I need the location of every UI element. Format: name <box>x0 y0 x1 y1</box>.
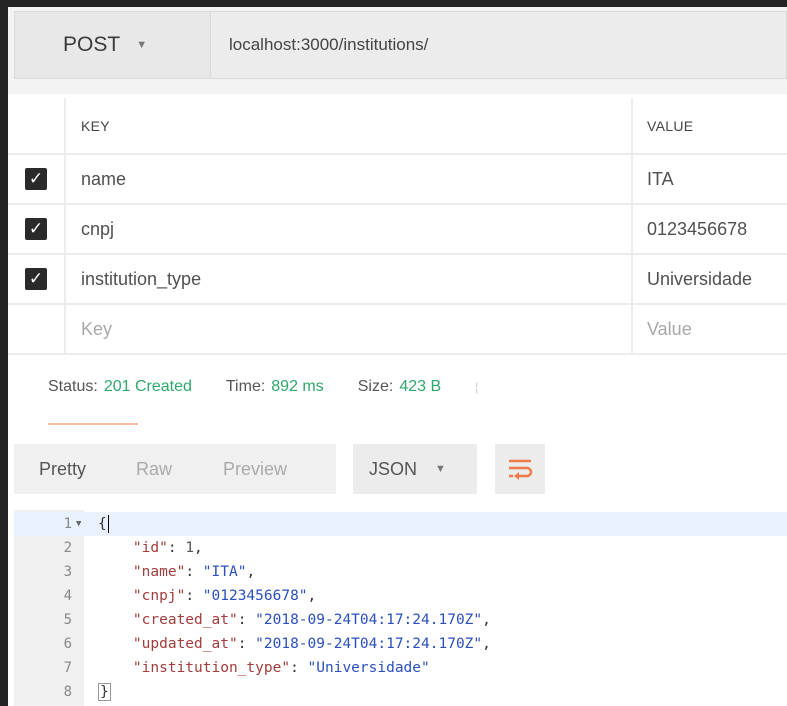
format-dropdown[interactable]: JSON ▼ <box>353 444 477 494</box>
param-row: ✓ institution_type Universidade <box>8 255 787 305</box>
json-key: "name" <box>132 564 186 580</box>
code-line: 8 } <box>14 680 787 704</box>
method-dropdown[interactable]: POST ▼ <box>14 11 211 79</box>
line-number: 4 <box>63 588 72 604</box>
param-key-institution-type[interactable]: institution_type <box>81 255 201 303</box>
json-value: "ITA" <box>202 564 247 580</box>
chevron-down-icon: ▼ <box>435 463 446 475</box>
param-value-cnpj[interactable]: 0123456678 <box>631 205 787 253</box>
code-line: 2 "id": 1, <box>14 536 787 560</box>
divider: ¦ <box>475 379 479 394</box>
line-number: 1 <box>63 516 72 532</box>
format-label: JSON <box>369 458 418 479</box>
code-line: 4 "cnpj": "0123456678", <box>14 584 787 608</box>
code-line: 6 "updated_at": "2018-09-24T04:17:24.170… <box>14 632 787 656</box>
param-key-name[interactable]: name <box>81 155 126 203</box>
check-icon[interactable]: ✓ <box>25 268 47 290</box>
check-icon[interactable]: ✓ <box>25 218 47 240</box>
tab-preview[interactable]: Preview <box>223 459 287 480</box>
json-value: "2018-09-24T04:17:24.170Z" <box>255 612 483 628</box>
tab-pretty[interactable]: Pretty <box>39 459 86 480</box>
chevron-down-icon: ▼ <box>136 39 148 51</box>
postman-window: POST ▼ localhost:3000/institutions/ KEY … <box>8 7 787 706</box>
wrap-lines-button[interactable] <box>495 444 545 494</box>
value-column-header: VALUE <box>631 98 787 153</box>
line-number: 6 <box>63 636 72 652</box>
tab-underline <box>48 423 138 425</box>
status-label: Status: <box>48 377 98 395</box>
check-icon[interactable]: ✓ <box>25 168 47 190</box>
param-value-name[interactable]: ITA <box>631 155 787 203</box>
header-checkbox-cell <box>8 98 66 153</box>
params-header-row: KEY VALUE <box>8 98 787 155</box>
response-status-bar: Status: 201 Created Time: 892 ms Size: 4… <box>8 359 787 414</box>
time-value: 892 ms <box>271 377 324 395</box>
key-column-header: KEY <box>81 117 110 134</box>
url-text: localhost:3000/institutions/ <box>229 35 429 54</box>
method-label: POST <box>63 33 121 56</box>
response-view-tabs: Pretty Raw Preview <box>14 444 336 494</box>
size-value: 423 B <box>399 377 442 395</box>
params-table: KEY VALUE ✓ name ITA ✓ cnpj 0123456678 ✓… <box>8 98 787 355</box>
line-number: 7 <box>63 660 72 676</box>
new-value-input[interactable]: Value <box>631 305 787 353</box>
empty-checkbox-cell <box>8 305 66 353</box>
tab-raw[interactable]: Raw <box>136 459 172 480</box>
new-key-input[interactable]: Key <box>81 305 112 353</box>
line-number: 2 <box>63 540 72 556</box>
code-line: 5 "created_at": "2018-09-24T04:17:24.170… <box>14 608 787 632</box>
json-key: "updated_at" <box>132 636 238 652</box>
json-key: "id" <box>132 540 168 556</box>
line-number: 8 <box>63 684 72 700</box>
wrap-lines-icon <box>509 459 533 480</box>
json-value: "0123456678" <box>202 588 308 604</box>
json-key: "created_at" <box>132 612 238 628</box>
code-line: 3 "name": "ITA", <box>14 560 787 584</box>
param-value-institution-type[interactable]: Universidade <box>631 255 787 303</box>
json-value: "2018-09-24T04:17:24.170Z" <box>255 636 483 652</box>
code-line: 7 "institution_type": "Universidade" <box>14 656 787 680</box>
param-row: ✓ cnpj 0123456678 <box>8 205 787 255</box>
json-key: "cnpj" <box>132 588 186 604</box>
param-row: ✓ name ITA <box>8 155 787 205</box>
json-value: "Universidade" <box>307 660 430 676</box>
size-label: Size: <box>357 377 394 395</box>
code-line: 1 ▼ { <box>14 512 787 536</box>
json-key: "institution_type" <box>132 660 291 676</box>
status-value: 201 Created <box>103 377 192 395</box>
request-bar: POST ▼ localhost:3000/institutions/ <box>8 7 787 94</box>
param-key-cnpj[interactable]: cnpj <box>81 205 114 253</box>
line-number: 5 <box>63 612 72 628</box>
url-input[interactable]: localhost:3000/institutions/ <box>211 11 787 79</box>
fold-arrow-icon[interactable]: ▼ <box>72 519 84 529</box>
response-body[interactable]: 1 ▼ { 2 "id": 1, 3 "name": "ITA", 4 "cnp… <box>14 510 787 706</box>
new-param-row: Key Value <box>8 305 787 355</box>
time-label: Time: <box>225 377 266 395</box>
json-value: 1 <box>185 540 195 556</box>
line-number: 3 <box>63 564 72 580</box>
